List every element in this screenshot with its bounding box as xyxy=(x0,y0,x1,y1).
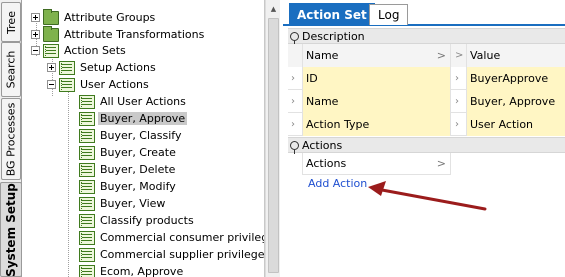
annotation-arrow-icon xyxy=(368,181,487,211)
app-window: Tree Search BG Processes System Setup At… xyxy=(0,0,565,277)
arrow-head xyxy=(368,181,386,196)
arrow-shaft xyxy=(380,188,487,211)
